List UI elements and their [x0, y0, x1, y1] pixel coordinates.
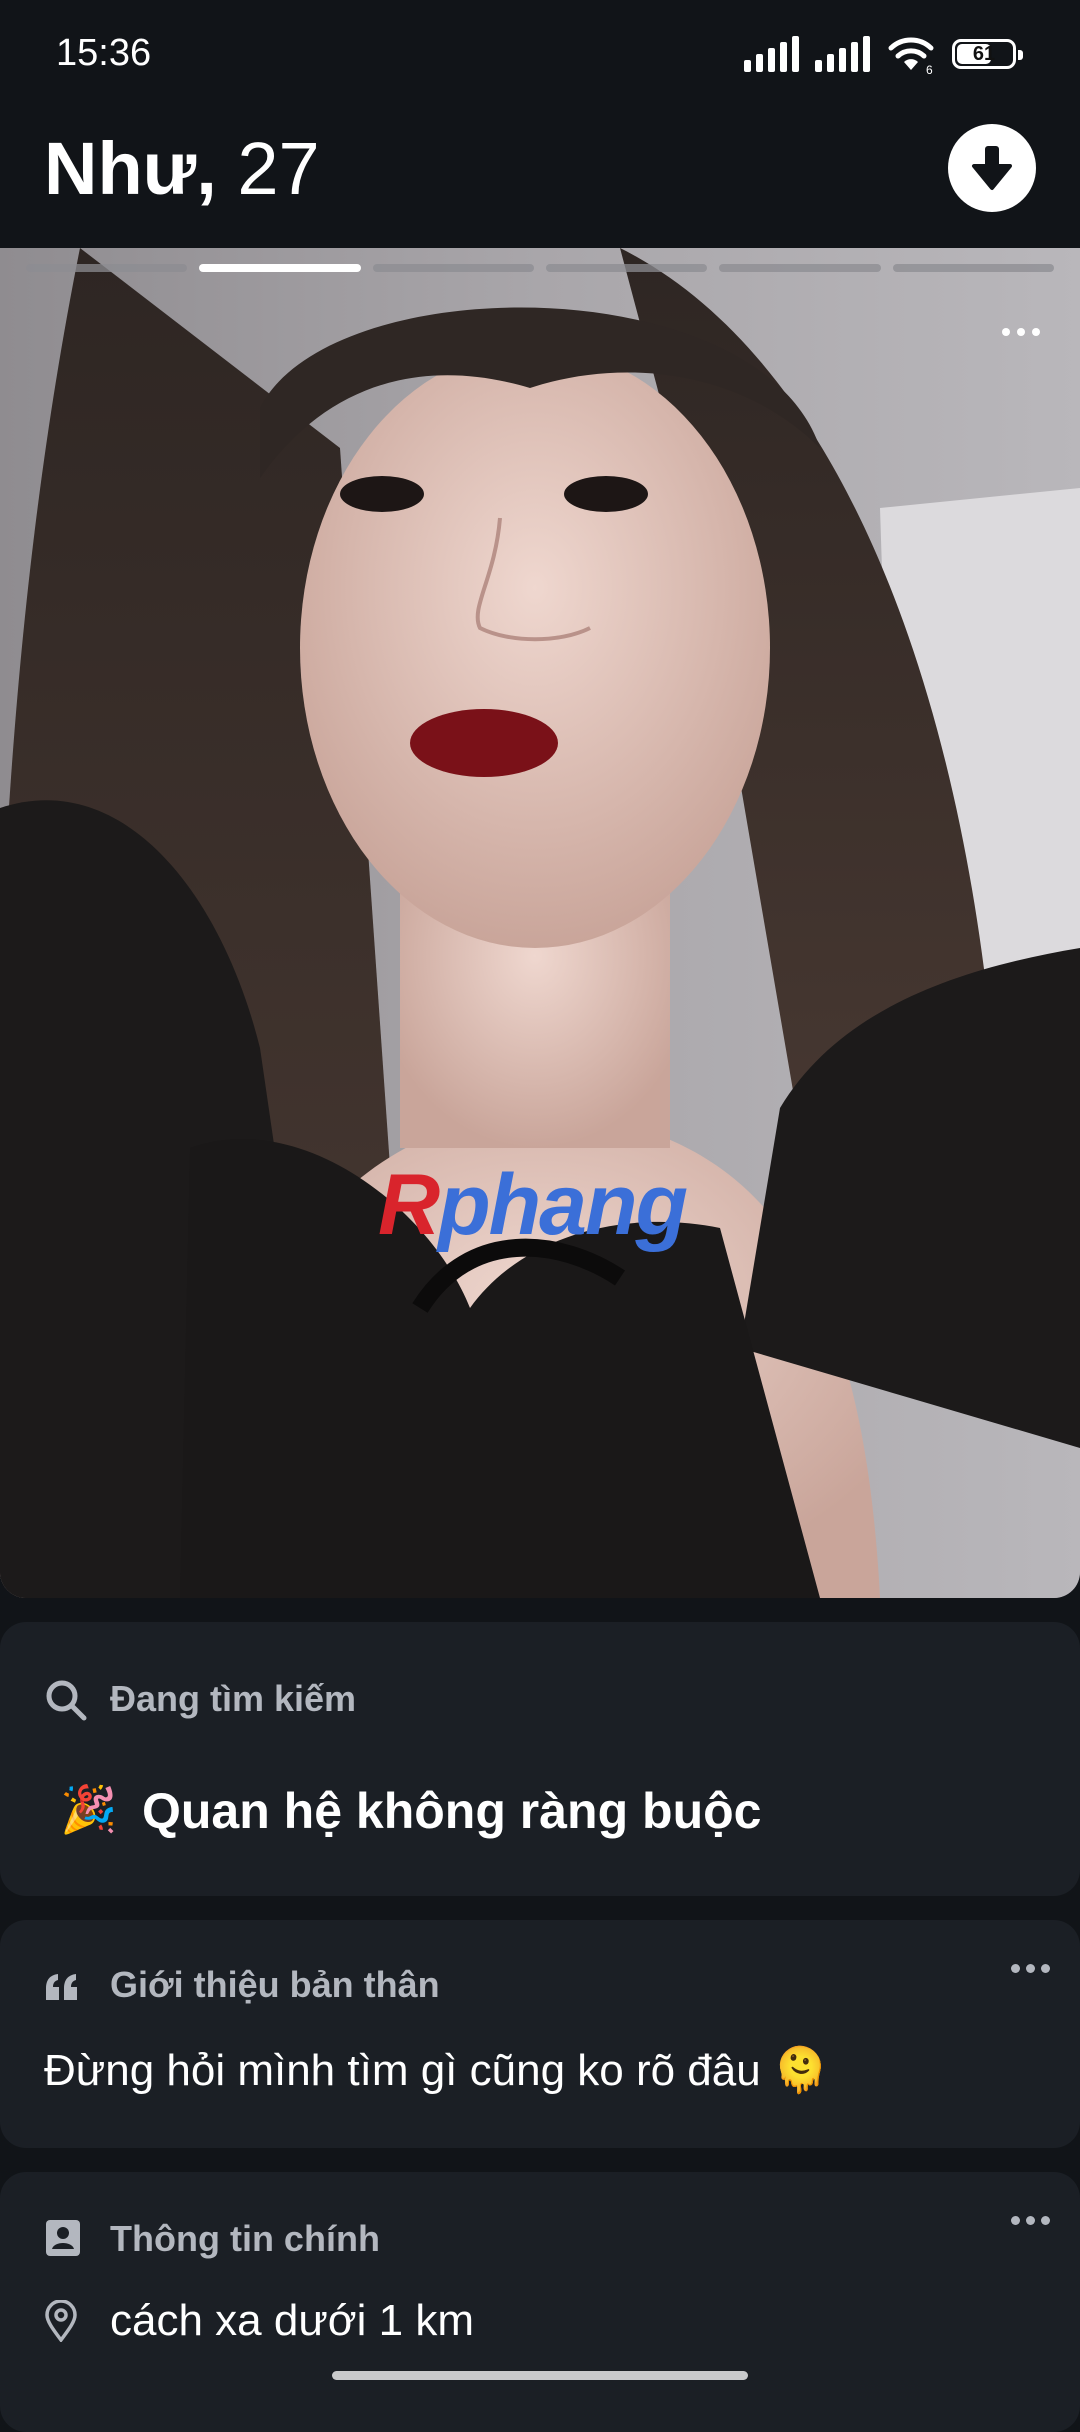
search-icon [46, 1680, 87, 1721]
party-icon: 🎉 [60, 1783, 118, 1835]
photo-progress-segment[interactable] [545, 264, 708, 272]
battery-level: 61 [972, 43, 996, 65]
home-indicator[interactable] [332, 2371, 748, 2380]
photo-more-icon[interactable] [1002, 328, 1040, 336]
distance-text: cách xa dưới 1 km [110, 2296, 474, 2345]
watermark: Rphang [378, 1157, 688, 1253]
collapse-profile-button[interactable] [948, 124, 1036, 212]
photo-progress-segment[interactable] [372, 264, 534, 272]
status-bar: 15:36 6 61 [0, 0, 1080, 110]
bio-text: Đừng hỏi mình tìm gì cũng ko rõ đâu 🫠 [44, 2046, 828, 2095]
status-icons: 6 61 [744, 34, 1023, 74]
basic-info-more-icon[interactable] [1011, 2216, 1050, 2225]
photo-progress-segment[interactable] [892, 264, 1054, 272]
looking-for-value: Quan hệ không ràng buộc [142, 1783, 762, 1839]
looking-for-card: Đang tìm kiếm 🎉 Quan hệ không ràng buộc [0, 1622, 1080, 1896]
profile-name: Như, [44, 127, 217, 210]
bio-card: Giới thiệu bản thân Đừng hỏi mình tìm gì… [0, 1920, 1080, 2148]
bio-label: Giới thiệu bản thân [110, 1964, 440, 2005]
location-pin-icon [45, 2300, 77, 2342]
photo-illustration [0, 248, 1080, 1598]
looking-for-label: Đang tìm kiếm [110, 1678, 357, 1719]
photo-progress [26, 264, 1054, 272]
bio-more-icon[interactable] [1011, 1964, 1050, 1973]
wifi-label: 6 [926, 63, 933, 74]
profile-age: 27 [237, 127, 320, 210]
profile-photo[interactable]: Rphang [0, 248, 1080, 1598]
contact-card-icon [46, 2220, 80, 2256]
basic-info-card: Thông tin chính cách xa dưới 1 km [0, 2172, 1080, 2432]
photo-progress-segment[interactable] [26, 264, 188, 272]
battery-icon: 61 [952, 39, 1023, 69]
signal-icon-2 [815, 36, 870, 72]
wifi-icon: 6 [888, 37, 934, 74]
signal-icon [744, 36, 799, 72]
basic-info-label: Thông tin chính [110, 2218, 380, 2259]
arrow-down-icon [972, 146, 1012, 190]
profile-title: Như, 27 [44, 126, 320, 211]
status-time: 15:36 [56, 32, 152, 74]
profile-header: Như, 27 [0, 110, 1080, 248]
quote-icon [46, 1974, 77, 2000]
photo-progress-segment-active[interactable] [199, 264, 361, 272]
photo-progress-segment[interactable] [719, 264, 881, 272]
